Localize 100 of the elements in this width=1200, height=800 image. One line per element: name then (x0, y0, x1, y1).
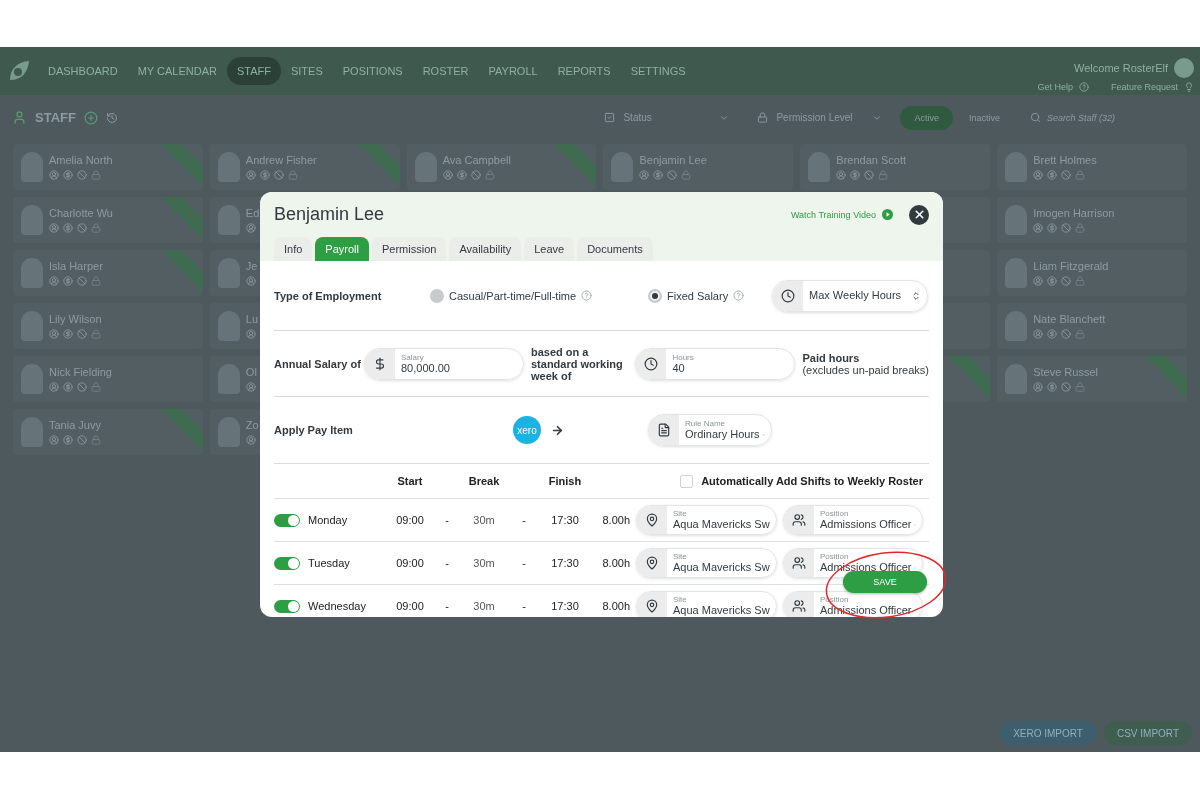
nav-link[interactable]: DASHBOARD (38, 57, 128, 85)
nav-link[interactable]: SITES (280, 57, 333, 85)
lightbulb-icon (1184, 82, 1194, 92)
user-icon (836, 170, 847, 180)
dialog-tab[interactable]: Documents (577, 237, 653, 261)
toggle-switch[interactable] (274, 599, 300, 613)
permission-dropdown[interactable]: Permission Level (747, 104, 893, 131)
field-label: Salary (401, 352, 425, 362)
close-button[interactable] (909, 204, 929, 225)
nav-link[interactable]: STAFF (226, 57, 281, 85)
user-icon (1033, 382, 1044, 392)
xero-logo: xero (513, 416, 541, 444)
lock-icon (91, 435, 101, 445)
staff-card[interactable]: Liam Fitzgerald (997, 250, 1187, 296)
ban-icon (1061, 329, 1072, 339)
ban-icon (77, 329, 87, 339)
user-icon (1033, 223, 1044, 233)
ban-icon (1061, 223, 1072, 233)
day-label: Wednesday (308, 600, 367, 612)
help-link[interactable]: Get Help (1037, 82, 1073, 92)
dollar-icon (63, 223, 73, 233)
staff-card[interactable]: Tania Juvy (13, 409, 203, 455)
help-icon (733, 290, 745, 301)
dialog-tab[interactable]: Permission (372, 237, 447, 261)
dollar-icon (1047, 382, 1058, 392)
nav-link[interactable]: POSITIONS (332, 57, 413, 85)
staff-card[interactable]: Benjamin Lee (603, 144, 794, 190)
staff-card[interactable]: Brett Holmes (997, 144, 1187, 190)
map-pin-icon (645, 556, 659, 570)
radio-button[interactable] (648, 288, 662, 303)
paid-hours-note: (excludes un-paid breaks) (802, 363, 929, 376)
dialog-tab[interactable]: Payroll (315, 237, 369, 261)
lock-icon (1075, 223, 1086, 233)
ban-icon (1061, 382, 1072, 392)
staff-card[interactable]: Ava Campbell (406, 144, 597, 190)
dollar-icon (259, 170, 270, 180)
user-icon (49, 435, 59, 445)
field-value: Aqua Mavericks Sw (673, 518, 770, 531)
clock-icon (644, 356, 659, 371)
staff-card[interactable]: Imogen Harrison (997, 197, 1187, 243)
dialog-tab[interactable]: Leave (524, 237, 575, 261)
import-button[interactable]: CSV IMPORT (1103, 721, 1192, 745)
ban-icon (667, 170, 678, 180)
staff-card[interactable]: Charlotte Wu (13, 197, 203, 243)
save-button[interactable]: SAVE (843, 571, 927, 593)
field-label: Apply Pay Item (274, 424, 354, 436)
dollar-icon (63, 435, 73, 445)
lock-icon (91, 276, 101, 286)
play-icon[interactable] (882, 209, 893, 220)
staff-card[interactable]: Andrew Fisher (209, 144, 400, 190)
dialog-tab[interactable]: Availability (449, 237, 522, 261)
lock-icon (91, 382, 101, 392)
user-icon (442, 170, 453, 180)
dialog-tab[interactable]: Info (274, 237, 313, 261)
separator-text: - (444, 557, 450, 569)
ban-icon (470, 170, 481, 180)
user-icon (49, 382, 59, 392)
lock-icon (484, 170, 495, 180)
ban-icon (77, 435, 87, 445)
start-time: 09:00 (395, 514, 425, 526)
nav-link[interactable]: MY CALENDAR (127, 57, 227, 85)
dollar-icon (1047, 170, 1058, 180)
dollar-icon (373, 356, 387, 371)
staff-card[interactable]: Amelia North (13, 144, 203, 190)
field-label: Position (820, 509, 850, 518)
finish-time: 17:30 (550, 557, 580, 569)
staff-name: Liam Fitzgerald (1033, 260, 1109, 272)
separator-text: - (521, 514, 527, 526)
user-icon (1033, 276, 1044, 286)
checkbox[interactable] (680, 474, 694, 488)
add-icon[interactable] (83, 110, 98, 125)
nav-link[interactable]: SETTINGS (620, 57, 696, 85)
staff-card[interactable]: Steve Russel (997, 356, 1187, 402)
nav-link[interactable]: PAYROLL (478, 57, 548, 85)
user-icon (1033, 329, 1044, 339)
separator-text: - (444, 600, 450, 612)
filter-tab[interactable]: Active (900, 105, 953, 130)
staff-card[interactable]: Isla Harper (13, 250, 203, 296)
staff-card[interactable]: Nick Fielding (13, 356, 203, 402)
field-label: Position (820, 552, 850, 561)
finish-time: 17:30 (550, 514, 580, 526)
import-button[interactable]: XERO IMPORT (1000, 721, 1096, 745)
user-icon (639, 170, 650, 180)
training-video-link[interactable]: Watch Training Video (790, 209, 876, 220)
feature-request-link[interactable]: Feature Request (1110, 82, 1178, 92)
ban-icon (77, 223, 87, 233)
history-icon[interactable] (105, 111, 118, 124)
avatar-icon[interactable] (1174, 58, 1194, 78)
toggle-switch[interactable] (274, 513, 300, 527)
staff-card[interactable]: Brendan Scott (800, 144, 991, 190)
search-field[interactable]: Search Staff (32) (1022, 104, 1188, 131)
nav-link[interactable]: ROSTER (412, 57, 479, 85)
staff-card[interactable]: Nate Blanchett (997, 303, 1187, 349)
status-dropdown[interactable]: Status (594, 104, 740, 131)
filter-tab[interactable]: Inactive (954, 105, 1014, 130)
radio-button[interactable] (430, 288, 444, 303)
staff-card[interactable]: Lily Wilson (13, 303, 203, 349)
toggle-switch[interactable] (274, 556, 300, 570)
ban-icon (77, 382, 87, 392)
nav-link[interactable]: REPORTS (547, 57, 621, 85)
